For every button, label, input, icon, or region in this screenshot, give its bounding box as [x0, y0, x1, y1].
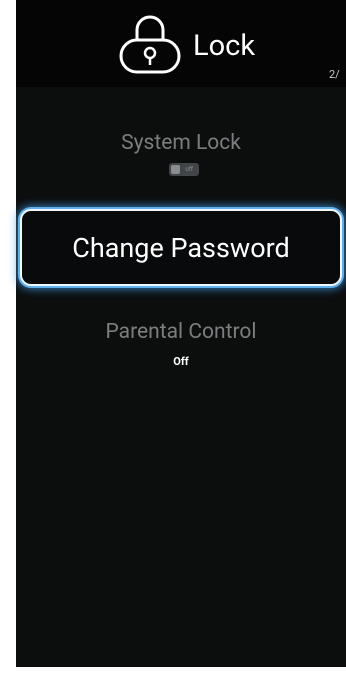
- page-title: Lock: [193, 29, 256, 63]
- menu-item-parental-control[interactable]: Parental Control: [16, 319, 346, 345]
- page-indicator: 2/: [329, 68, 340, 81]
- header-bar: Lock 2/: [16, 0, 346, 87]
- toggle-knob: [171, 165, 180, 174]
- parental-control-value: Off: [173, 355, 189, 368]
- lock-settings-screen: Lock 2/ System Lock off Change Password …: [16, 0, 346, 667]
- system-lock-toggle[interactable]: off: [169, 163, 199, 176]
- change-password-label: Change Password: [72, 232, 290, 264]
- system-lock-label: System Lock: [121, 131, 241, 155]
- menu-item-system-lock[interactable]: System Lock: [16, 130, 346, 156]
- toggle-state-text: off: [185, 166, 193, 173]
- change-password-button[interactable]: Change Password: [20, 209, 342, 286]
- parental-control-label: Parental Control: [105, 320, 257, 344]
- lock-icon: [118, 10, 182, 76]
